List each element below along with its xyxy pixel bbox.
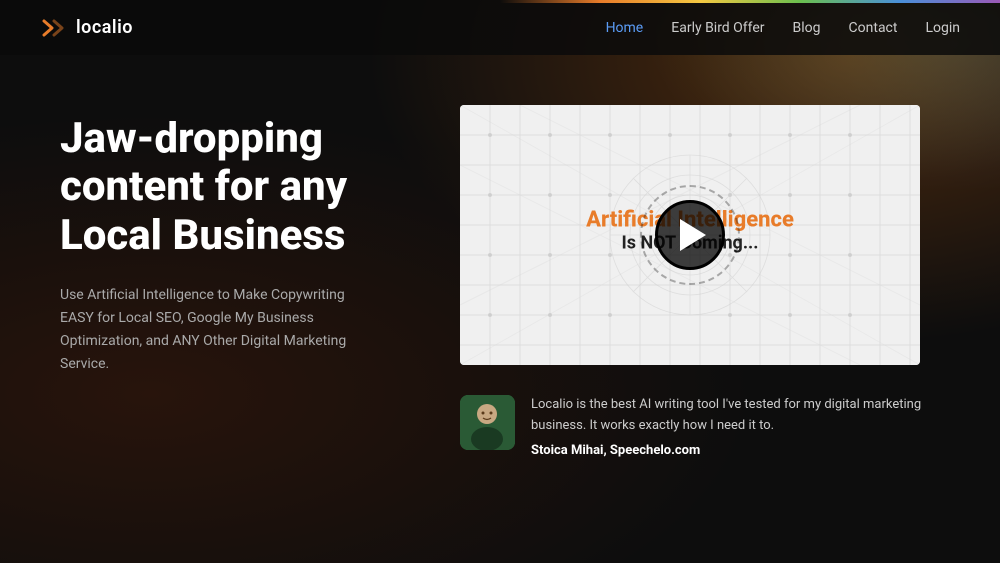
navbar: localio Home Early Bird Offer Blog Conta… [0,0,1000,55]
avatar-image [460,395,515,450]
logo-text: localio [76,17,133,38]
testimonial-quote: Localio is the best AI writing tool I've… [531,395,960,437]
avatar [460,395,515,450]
logo[interactable]: localio [40,17,133,39]
testimonial-author: Stoica Mihai, Speechelo.com [531,443,960,458]
testimonial: Localio is the best AI writing tool I've… [460,385,960,458]
hero-heading: Jaw-dropping content for any Local Busin… [60,115,420,260]
play-button[interactable] [655,200,725,270]
nav-home[interactable]: Home [606,20,644,36]
nav-early-bird[interactable]: Early Bird Offer [671,20,764,36]
play-triangle-icon [680,219,706,251]
nav-contact[interactable]: Contact [849,20,898,36]
video-thumbnail[interactable]: Artificial Intelligence Is NOT Coming... [460,105,920,365]
main-content: Jaw-dropping content for any Local Busin… [0,55,1000,563]
top-color-bar [0,0,1000,3]
nav-blog[interactable]: Blog [793,20,821,36]
nav-links: Home Early Bird Offer Blog Contact Login [606,20,960,36]
nav-login[interactable]: Login [925,20,960,36]
left-column: Jaw-dropping content for any Local Busin… [60,105,420,543]
testimonial-text-block: Localio is the best AI writing tool I've… [531,395,960,458]
right-column: Artificial Intelligence Is NOT Coming... [460,105,960,543]
logo-icon [40,17,68,39]
hero-subtext: Use Artificial Intelligence to Make Copy… [60,284,370,376]
